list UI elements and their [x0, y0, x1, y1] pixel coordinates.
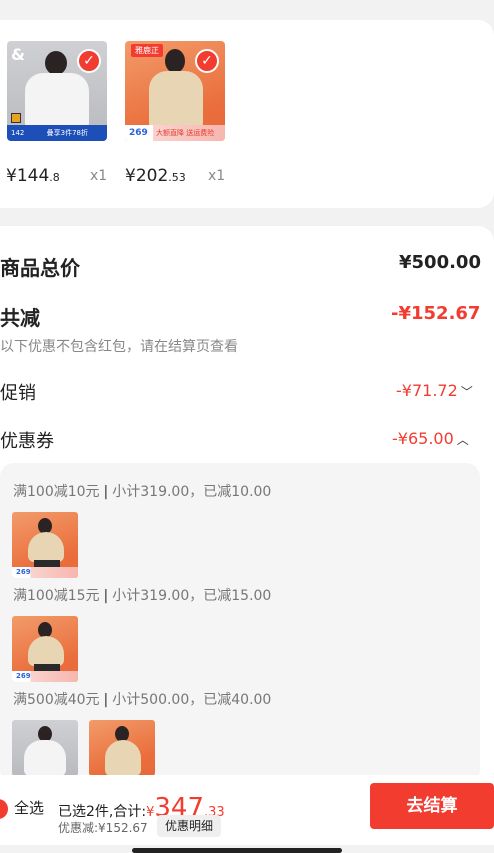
product-thumbnail-2[interactable]: 雅鹿正 ✓ 269 大额直降 送运费险: [125, 41, 225, 141]
promo-text: 大额直降 送运费险: [156, 129, 215, 137]
product-price-1: ¥144.8: [6, 166, 60, 186]
product-price-2: ¥202.53: [125, 166, 186, 186]
coupon-item-thumbnail[interactable]: [89, 720, 155, 776]
brand-logo: &: [11, 45, 25, 64]
select-all-checkbox[interactable]: [0, 799, 8, 819]
discount-amount: 优惠减:¥152.67: [58, 821, 148, 835]
select-all-label[interactable]: 全选: [14, 797, 44, 818]
coupon-toggle[interactable]: -¥65.00 ︿: [392, 429, 469, 448]
reduce-value: -¥152.67: [391, 303, 481, 324]
promo-text: 叠享3件78折: [46, 129, 88, 137]
home-indicator: [132, 848, 342, 853]
promo-price: 142: [11, 129, 25, 137]
coupon-rule-line-3: 满500减40元 | 小计500.00，已减40.00: [13, 692, 272, 708]
discount-detail-button[interactable]: 优惠明细: [157, 815, 222, 837]
total-price-label: 商品总价: [0, 256, 80, 280]
coupon-item-price: 269: [16, 672, 31, 680]
chevron-up-icon: ︿: [456, 433, 469, 447]
promo-price: 269: [129, 128, 148, 138]
product-qty-2: x1: [208, 168, 226, 184]
selected-check-icon[interactable]: ✓: [195, 49, 219, 73]
product-qty-1: x1: [90, 168, 108, 184]
coupon-item-price: 269: [16, 568, 31, 576]
coupon-detail-panel: 满100减10元 | 小计319.00，已减10.00 269 满100减15元 | 小…: [0, 463, 480, 783]
promo-value: -¥71.72: [396, 381, 458, 400]
product-thumbnail-1[interactable]: & ✓ 142 叠享3件78折: [7, 41, 107, 141]
promo-strip: 269 大额直降 送运费险: [125, 125, 225, 141]
coupon-rule-line-2: 满100减15元 | 小计319.00，已减15.00: [13, 588, 272, 604]
coupon-label: 优惠券: [0, 431, 54, 452]
coupon-item-thumbnail[interactable]: 269: [12, 512, 78, 578]
total-price-value: ¥500.00: [399, 252, 481, 273]
coupon-rule-line-1: 满100减10元 | 小计319.00，已减10.00: [13, 484, 272, 500]
chevron-down-icon: ﹀: [460, 385, 473, 399]
coupon-item-thumbnail[interactable]: [12, 720, 78, 776]
promo-label: 促销: [0, 383, 36, 404]
coupon-value: -¥65.00: [392, 429, 454, 448]
store-tag-icon: [11, 113, 21, 123]
brand-tag: 雅鹿正: [131, 44, 163, 57]
promo-strip: 142 叠享3件78折: [7, 125, 107, 141]
promo-toggle[interactable]: -¥71.72 ﹀: [396, 381, 473, 400]
selected-check-icon[interactable]: ✓: [77, 49, 101, 73]
reduce-note: 以下优惠不包含红包，请在结算页查看: [0, 339, 238, 355]
selected-products-card: & ✓ 142 叠享3件78折 ¥144.8 x1 雅鹿正 ✓ 269 大额直降…: [0, 20, 494, 208]
reduce-label: 共减: [0, 306, 40, 330]
coupon-item-thumbnail[interactable]: 269: [12, 616, 78, 682]
checkout-bottom-bar: 全选 已选2件,合计:¥347.33 优惠减:¥152.67 优惠明细 去结算: [0, 775, 494, 845]
checkout-button[interactable]: 去结算: [370, 783, 494, 829]
